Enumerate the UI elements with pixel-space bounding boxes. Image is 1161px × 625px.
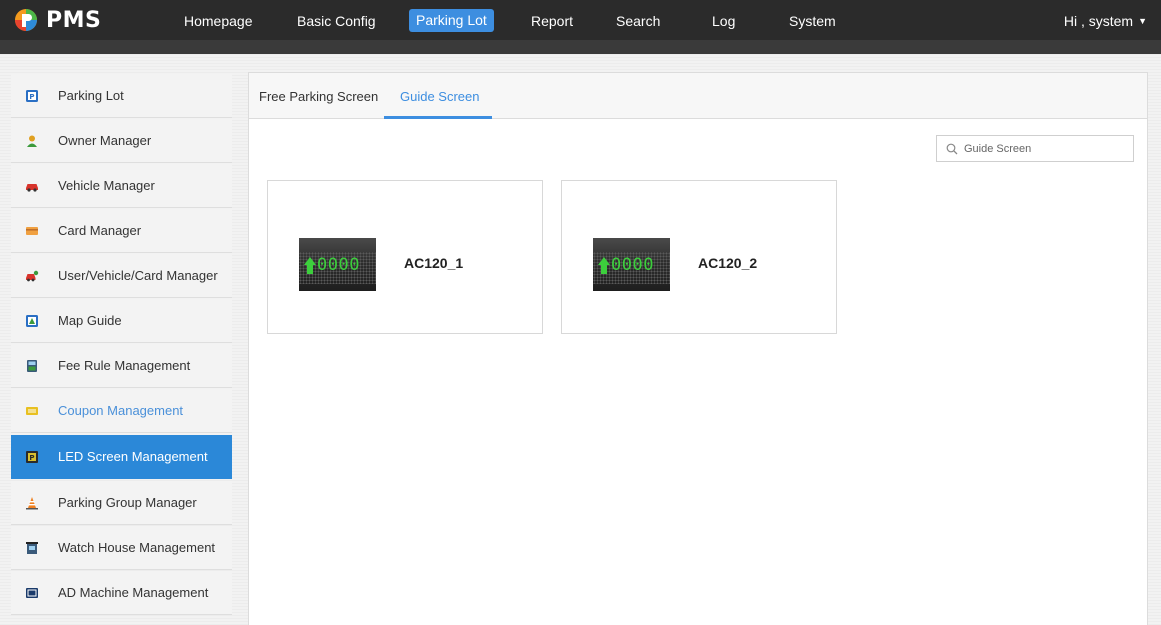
sidebar-item-ad-machine-management[interactable]: AD Machine Management [11,571,232,615]
parking-group-icon [25,496,39,510]
led-screen-icon: P [25,450,39,464]
svg-text:P: P [29,454,34,462]
led-screen-thumbnail: 0000 [593,238,670,291]
map-guide-icon [25,314,39,328]
nav-report[interactable]: Report [531,13,573,29]
sidebar-item-led-screen-management[interactable]: P LED Screen Management [11,435,232,479]
nav-parking-lot[interactable]: Parking Lot [409,9,494,32]
user-greeting: Hi , system [1063,13,1134,29]
screen-name: AC120_2 [698,255,758,271]
app-name: PMS [46,7,102,33]
main-panel: Free Parking Screen Guide Screen 0000 AC… [248,72,1148,625]
led-display-value: 0000 [317,255,360,275]
nav-log[interactable]: Log [712,13,735,29]
sidebar-item-user-vehicle-card-manager[interactable]: User/Vehicle/Card Manager [11,254,232,298]
sidebar-item-coupon-management[interactable]: Coupon Management [11,389,232,433]
sidebar: P Parking Lot Owner Manager Vehicle Mana… [11,74,232,625]
led-display-value: 0000 [611,255,654,275]
sidebar-item-vehicle-manager[interactable]: Vehicle Manager [11,164,232,208]
sidebar-item-label: Parking Lot [58,88,124,103]
led-screen-thumbnail: 0000 [299,238,376,291]
sidebar-item-label: Fee Rule Management [58,358,191,373]
pms-logo-icon [14,8,38,32]
owner-icon [25,134,39,148]
screen-name: AC120_1 [404,255,464,271]
user-menu[interactable]: Hi , system ▼ [1064,13,1147,29]
active-tab-indicator [384,116,492,119]
sidebar-item-label: Parking Group Manager [58,495,197,510]
svg-text:P: P [29,93,34,101]
app-logo[interactable]: PMS [14,7,101,33]
tab-bar: Free Parking Screen Guide Screen [249,73,1147,119]
sidebar-item-label: User/Vehicle/Card Manager [58,268,218,283]
sidebar-item-label: Coupon Management [58,403,184,418]
sidebar-item-label: AD Machine Management [58,585,209,600]
coupon-icon [25,404,39,418]
sidebar-item-label: Card Manager [58,223,142,238]
sidebar-item-label: Watch House Management [58,540,216,555]
ad-machine-icon [25,586,39,600]
sidebar-item-label: Vehicle Manager [58,178,155,193]
navbar-shadow-strip [0,40,1161,54]
search-icon [946,143,958,155]
guide-screen-search[interactable] [936,135,1134,162]
sidebar-item-parking-lot[interactable]: P Parking Lot [11,74,232,118]
parking-icon: P [25,89,39,103]
nav-basic-config[interactable]: Basic Config [297,13,376,29]
user-vehicle-card-icon [25,269,39,283]
sidebar-item-parking-group-manager[interactable]: Parking Group Manager [11,481,232,525]
tab-guide-screen[interactable]: Guide Screen [400,89,480,104]
card-icon [25,224,39,238]
screen-card[interactable]: 0000 AC120_1 [267,180,543,334]
screen-card[interactable]: 0000 AC120_2 [561,180,837,334]
sidebar-item-label: Owner Manager [58,133,152,148]
sidebar-item-label: LED Screen Management [58,449,208,464]
car-icon [25,179,39,193]
sidebar-item-map-guide[interactable]: Map Guide [11,299,232,343]
sidebar-item-owner-manager[interactable]: Owner Manager [11,119,232,163]
sidebar-item-label: Map Guide [58,313,122,328]
nav-system[interactable]: System [789,13,836,29]
nav-search[interactable]: Search [616,13,660,29]
sidebar-item-card-manager[interactable]: Card Manager [11,209,232,253]
caret-down-icon: ▼ [1138,16,1147,26]
sidebar-item-fee-rule-management[interactable]: Fee Rule Management [11,344,232,388]
sidebar-item-watch-house-management[interactable]: Watch House Management [11,526,232,570]
tab-free-parking-screen[interactable]: Free Parking Screen [259,89,378,104]
search-input[interactable] [964,142,1124,155]
fee-rule-icon [25,359,39,373]
watch-house-icon [25,541,39,555]
nav-homepage[interactable]: Homepage [184,13,253,29]
top-navbar: PMS Homepage Basic Config Parking Lot Re… [0,0,1161,40]
